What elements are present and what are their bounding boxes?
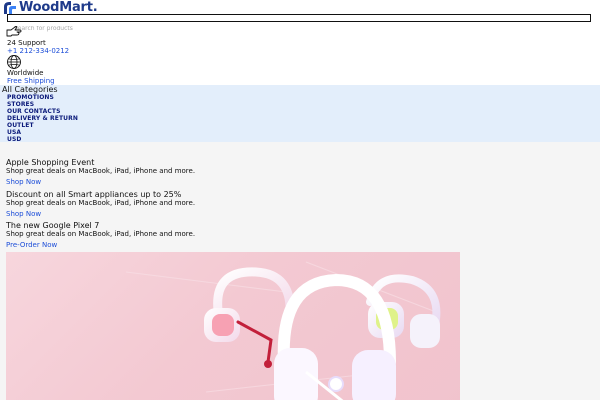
main-content: Apple Shopping Event Shop great deals on… (0, 142, 600, 400)
support-hand-icon (6, 26, 22, 37)
page: WoodMart. 24 Support +1 212-334-0212 Wor… (0, 0, 600, 400)
promo-apple-event: Apple Shopping Event Shop great deals on… (6, 158, 195, 187)
site-header: WoodMart. 24 Support +1 212-334-0212 Wor… (0, 0, 600, 85)
brand-name: WoodMart. (19, 0, 98, 15)
all-categories-button[interactable]: All Categories (2, 85, 58, 94)
shipping-title: Worldwide (7, 69, 44, 77)
shop-now-link[interactable]: Shop Now (6, 178, 195, 187)
nav-menu: PROMOTIONS STORES OUR CONTACTS DELIVERY … (7, 94, 78, 143)
promo-google-pixel: The new Google Pixel 7 Shop great deals … (6, 221, 195, 250)
nav-item-outlet[interactable]: OUTLET (7, 122, 78, 129)
promo-title: Discount on all Smart appliances up to 2… (6, 190, 182, 199)
promo-title: The new Google Pixel 7 (6, 221, 100, 230)
support-title: 24 Support (7, 39, 46, 47)
promo-description: Shop great deals on MacBook, iPad, iPhon… (6, 230, 196, 238)
pre-order-now-link[interactable]: Pre-Order Now (6, 241, 195, 250)
pink-headphones-illustration (125, 261, 441, 400)
search-box (7, 14, 591, 32)
woodmart-logo-icon (4, 2, 16, 14)
nav-item-delivery-return[interactable]: DELIVERY & RETURN (7, 115, 78, 122)
hero-banner-image[interactable] (6, 252, 460, 400)
promo-description: Shop great deals on MacBook, iPad, iPhon… (6, 199, 196, 207)
nav-item-usa[interactable]: USA (7, 129, 78, 136)
shop-now-link[interactable]: Shop Now (6, 210, 195, 219)
search-input[interactable] (8, 25, 590, 32)
free-shipping-link[interactable]: Free Shipping (7, 77, 55, 85)
promo-title: Apple Shopping Event (6, 158, 95, 167)
nav-item-our-contacts[interactable]: OUR CONTACTS (7, 108, 78, 115)
nav-item-promotions[interactable]: PROMOTIONS (7, 94, 78, 101)
nav-item-stores[interactable]: STORES (7, 101, 78, 108)
brand-logo[interactable]: WoodMart. (3, 1, 98, 15)
globe-icon (7, 55, 21, 69)
main-navigation: All Categories PROMOTIONS STORES OUR CON… (0, 85, 600, 143)
promo-smart-appliances: Discount on all Smart appliances up to 2… (6, 190, 195, 219)
promo-description: Shop great deals on MacBook, iPad, iPhon… (6, 167, 196, 175)
